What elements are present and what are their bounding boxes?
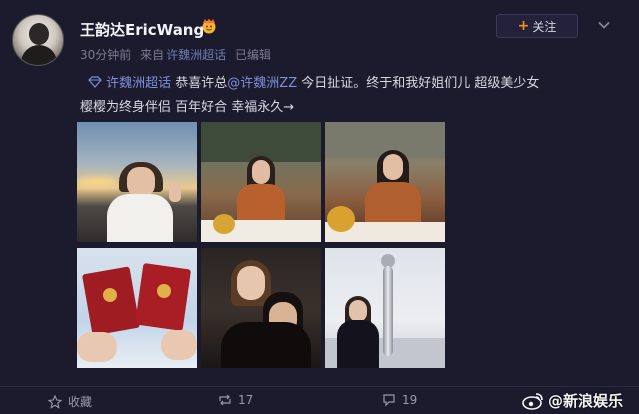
avatar[interactable] (12, 14, 64, 66)
comment-count: 19 (402, 393, 418, 407)
plus-icon: + (517, 18, 530, 34)
repost-count: 17 (238, 393, 254, 407)
source-prefix: 来自 (140, 48, 165, 62)
photo-1[interactable] (77, 122, 197, 242)
photo-4[interactable] (77, 248, 197, 368)
author-name[interactable]: 王韵达EricWang (80, 19, 204, 40)
photo-grid (77, 122, 447, 368)
watermark-text: @新浪娱乐 (548, 392, 624, 410)
post-text-part1: 恭喜许总 (171, 76, 228, 91)
follow-label: 关注 (532, 19, 557, 34)
post-text: 许魏洲超话 恭喜许总@许魏洲ZZ 今日扯证。终于和我好姐们儿 超级美少女 樱樱为… (80, 72, 620, 120)
post-text-part2: 今日扯证。终于和我好姐们儿 超级美少女 (297, 76, 540, 91)
photo-2[interactable] (201, 122, 321, 242)
weibo-logo-icon (522, 392, 543, 410)
watermark: @新浪娱乐 (522, 390, 623, 411)
star-icon (48, 394, 62, 409)
chevron-down-icon[interactable] (597, 18, 611, 32)
photo-3[interactable] (325, 122, 445, 242)
repost-icon (219, 394, 231, 406)
post-time[interactable]: 30分钟前 (80, 48, 131, 62)
post-text-line2: 樱樱为终身伴侣 百年好合 幸福永久→ (80, 100, 295, 115)
follow-button[interactable]: + 关注 (496, 14, 578, 38)
comment-icon (383, 394, 395, 407)
comment-button[interactable]: 19 (382, 393, 417, 407)
photo-5[interactable] (201, 248, 321, 368)
repost-button[interactable]: 17 (218, 393, 253, 407)
mention-link[interactable]: @许魏洲ZZ (227, 76, 297, 91)
edited-label[interactable]: 已编辑 (235, 48, 271, 62)
avatar-head (29, 23, 49, 45)
avatar-body (21, 45, 57, 65)
vip-badge-icon (202, 18, 216, 34)
super-topic-icon (88, 76, 102, 88)
photo-6[interactable] (325, 248, 445, 368)
post-source[interactable]: 许魏洲超话 (166, 48, 226, 62)
post-meta: 30分钟前 来自 许魏洲超话 已编辑 (80, 46, 276, 63)
topic-link[interactable]: 许魏洲超话 (106, 76, 171, 91)
favorite-label: 收藏 (68, 395, 93, 409)
favorite-button[interactable]: 收藏 (48, 393, 92, 410)
